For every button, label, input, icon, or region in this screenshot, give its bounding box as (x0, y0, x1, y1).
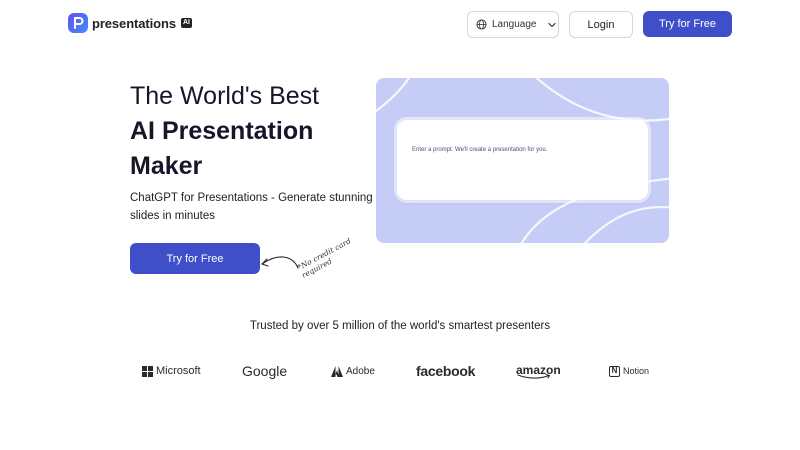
hero-title-line1: The World's Best (130, 82, 320, 110)
prompt-placeholder: Enter a prompt. We'll create a presentat… (412, 147, 548, 153)
google-logo: Google (242, 360, 287, 382)
brand-logos-row: Microsoft Google Adobe facebook amazon N… (0, 360, 800, 382)
adobe-logo: Adobe (331, 360, 375, 382)
facebook-label: facebook (416, 363, 476, 379)
hero-title-line3: Maker (130, 152, 203, 180)
language-label: Language (492, 19, 537, 30)
hero-subtitle: ChatGPT for Presentations - Generate stu… (130, 192, 373, 222)
globe-icon (476, 19, 487, 30)
hero-title: The World's Best AI Presentation Maker (130, 79, 370, 184)
trusted-by-text: Trusted by over 5 million of the world's… (249, 320, 551, 332)
try-for-free-header-button[interactable]: Try for Free (643, 11, 732, 37)
prompt-input-card[interactable]: Enter a prompt. We'll create a presentat… (397, 120, 648, 200)
prompt-preview-panel: Enter a prompt. We'll create a presentat… (376, 78, 669, 243)
microsoft-label: Microsoft (156, 365, 201, 377)
site-logo[interactable]: presentations AI (68, 13, 192, 33)
logo-ai-badge: AI (180, 18, 192, 28)
top-navbar: presentations AI Language Login Try for … (0, 0, 800, 48)
notion-logo: N Notion (609, 360, 649, 382)
hero-title-line2: AI Presentation (130, 117, 314, 145)
logo-text: presentations (92, 15, 176, 31)
microsoft-logo: Microsoft (142, 360, 201, 382)
handwritten-arrow-icon (261, 256, 299, 269)
login-button[interactable]: Login (569, 11, 633, 38)
google-label: Google (242, 363, 288, 379)
chevron-down-icon (547, 22, 556, 27)
no-credit-card-note: *No credit card required (296, 236, 353, 280)
notion-label: Notion (623, 366, 650, 376)
amazon-smile-icon (517, 374, 551, 379)
facebook-logo: facebook (416, 360, 475, 382)
logo-icon (68, 13, 88, 33)
amazon-logo: amazon (516, 360, 561, 382)
adobe-icon (331, 365, 343, 377)
notion-icon: N (609, 365, 620, 377)
windows-icon (142, 365, 153, 377)
language-selector[interactable]: Language (467, 11, 559, 38)
try-for-free-hero-button[interactable]: Try for Free (130, 243, 260, 274)
adobe-label: Adobe (346, 365, 375, 377)
